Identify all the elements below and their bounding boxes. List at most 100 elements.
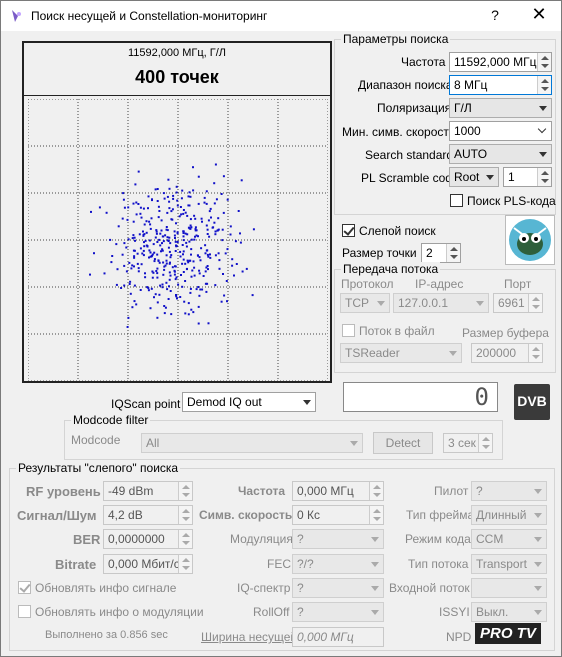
search-range-input[interactable]: 8 МГц [449,75,552,95]
constellation-point [167,178,170,181]
constellation-point [175,222,177,225]
constellation-point [138,233,141,236]
bandwidth-label[interactable]: Ширина несущей [201,630,297,644]
constellation-point [214,163,217,166]
constellation-point [103,272,106,275]
stream-type-select[interactable]: Transport [471,554,547,574]
constellation-point [174,250,177,252]
constellation-point [173,270,176,273]
constellation-point [160,250,162,253]
issyi-select[interactable]: Выкл. [471,602,547,622]
npd-label: NPD [446,630,472,644]
constellation-point [194,228,197,231]
detect-timeout-input[interactable]: 3 сек [443,433,493,453]
search-params-title: Параметры поиска [341,32,451,46]
constellation-points-count: 400 точек [135,67,219,87]
constellation-point [169,274,172,277]
constellation-point [180,197,183,200]
search-standard-select[interactable]: AUTO [449,144,552,164]
ber-label: BER [73,532,101,547]
constellation-point [174,265,177,268]
stream-app-select[interactable]: TSReader [340,343,462,363]
constellation-point [164,234,167,237]
constellation-point [178,215,181,218]
constellation-point [131,237,134,240]
constellation-point [176,297,178,300]
constellation-point [121,253,124,256]
constellation-point [135,213,138,216]
constellation-point [239,241,242,244]
detect-button[interactable]: Detect [373,432,433,454]
buffer-size-input[interactable]: 200000 [471,343,543,363]
pls-code-input[interactable]: 1 [503,167,552,187]
constellation-point [129,280,132,283]
constellation-point [148,256,150,259]
constellation-point [129,292,132,295]
constellation-point [208,235,211,238]
rolloff-select[interactable]: ? [292,602,384,622]
carrier-search-window: Поиск несущей и Constellation-мониторинг… [0,0,562,657]
input-stream-select[interactable] [471,578,547,598]
constellation-point [152,271,155,274]
constellation-plot [28,99,328,381]
close-button[interactable]: ✕ [529,4,549,25]
constellation-point [137,270,140,273]
pls-mode-select[interactable]: Root [449,167,499,187]
constellation-point [156,301,159,304]
constellation-point [187,195,190,198]
pls-search-checkbox[interactable] [450,194,463,207]
constellation-point [159,244,162,247]
constellation-point [155,232,158,235]
code-mode-label: Режим кода [405,532,471,546]
constellation-point [162,235,165,238]
constellation-point [173,230,176,233]
update-modulation-checkbox[interactable] [18,605,31,618]
constellation-point [195,288,198,291]
frequency-label: Частота [401,55,446,69]
constellation-point [142,249,145,252]
constellation-point [147,289,150,292]
constellation-point [190,226,193,229]
constellation-point [133,284,136,287]
constellation-point [133,249,136,252]
stream-to-file-checkbox[interactable] [342,324,355,337]
constellation-point [167,246,170,249]
protocol-select[interactable]: TCP [340,293,390,313]
dot-size-input[interactable]: 2 [421,243,461,263]
code-mode-select[interactable]: CCM [471,529,547,549]
update-signal-checkbox[interactable] [18,581,31,594]
pilot-select[interactable]: ? [471,481,547,501]
polarization-select[interactable]: Г/Л [449,98,552,118]
constellation-point [170,210,173,213]
frame-type-select[interactable]: Длинный [471,505,547,525]
constellation-point [218,267,221,270]
constellation-point [218,259,221,262]
constellation-point [148,249,151,252]
constellation-point [144,272,146,275]
constellation-point [145,244,148,247]
constellation-point [117,225,120,228]
ip-address-select[interactable]: 127.0.0.1 [393,293,489,313]
constellation-point [206,233,209,235]
modcode-select[interactable]: All [141,433,363,453]
constellation-point [226,300,228,303]
port-input[interactable]: 6961 [493,293,543,313]
constellation-point [179,206,182,208]
help-button[interactable]: ? [485,7,505,23]
fec-select[interactable]: ?/? [292,554,384,574]
min-symbol-rate-select[interactable]: 1000 [449,121,552,141]
iqscan-select[interactable]: Demod IQ out [182,392,316,412]
update-modulation-label: Обновлять инфо о модуляции [35,605,204,619]
constellation-point [174,240,177,243]
rolloff-label: RollOff [253,605,290,619]
constellation-point [123,264,126,267]
constellation-point [126,326,129,328]
frequency-input[interactable]: 11592,000 МГц [449,52,552,72]
constellation-point [143,233,146,236]
constellation-point [220,300,223,303]
modulation-select[interactable]: ? [292,529,384,549]
blind-search-checkbox[interactable] [342,224,355,237]
iq-spectrum-select[interactable]: ? [292,578,384,598]
constellation-point [229,225,232,228]
modcode-group-title: Modcode filter [71,413,151,427]
